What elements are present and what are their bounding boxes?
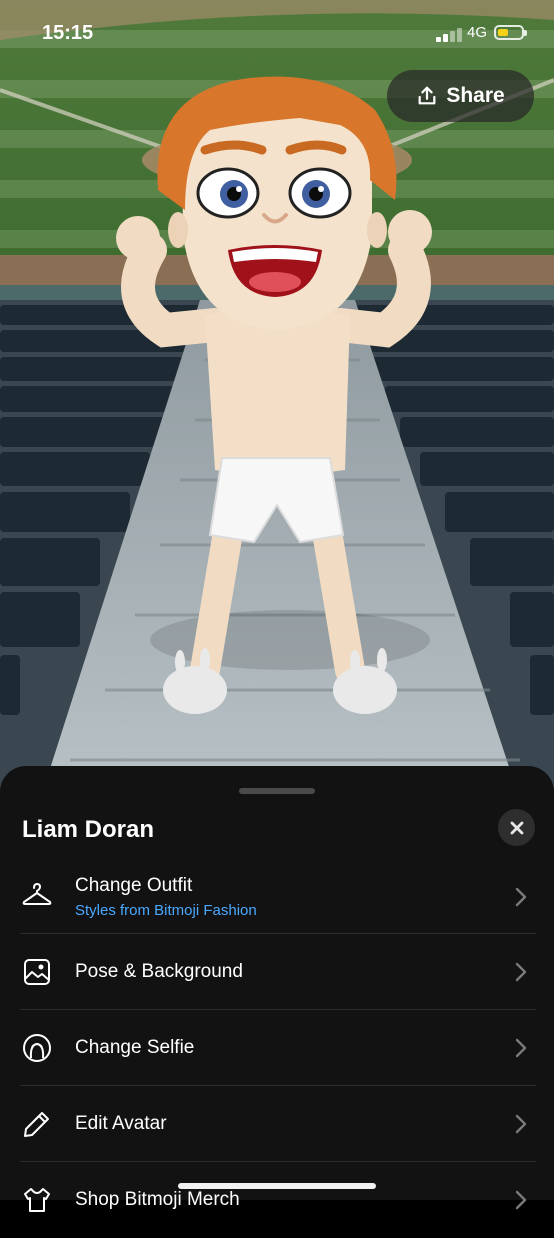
chevron-right-icon <box>514 1189 528 1211</box>
image-icon <box>21 956 53 988</box>
home-indicator[interactable] <box>178 1183 376 1189</box>
chevron-right-icon <box>514 961 528 983</box>
chevron-right-icon <box>514 1037 528 1059</box>
sheet-title: Liam Doran <box>22 816 155 843</box>
menu-item-label: Edit Avatar <box>75 1113 167 1134</box>
close-icon <box>510 821 523 834</box>
share-upload-icon <box>418 86 436 105</box>
battery-level <box>498 29 508 36</box>
status-time: 15:15 <box>42 22 94 44</box>
menu-item-sublabel: Styles from Bitmoji Fashion <box>75 902 257 919</box>
menu-item-pose-background[interactable]: Pose & Background <box>0 934 554 1010</box>
menu-item-label: Pose & Background <box>75 961 243 982</box>
menu-item-edit-avatar[interactable]: Edit Avatar <box>0 1086 554 1162</box>
status-bar: 15:15 4G <box>0 0 554 60</box>
menu-item-change-outfit[interactable]: Change Outfit Styles from Bitmoji Fashio… <box>0 860 554 934</box>
share-label: Share <box>446 84 505 107</box>
menu-item-label: Change Selfie <box>75 1037 195 1058</box>
menu-item-label: Shop Bitmoji Merch <box>75 1189 240 1210</box>
hanger-icon <box>21 879 53 911</box>
sheet-drag-handle[interactable] <box>239 788 315 794</box>
chevron-right-icon <box>514 1113 528 1135</box>
chevron-right-icon <box>514 886 528 908</box>
selfie-icon <box>21 1032 53 1064</box>
share-button[interactable]: Share <box>387 70 534 122</box>
network-type: 4G <box>467 24 488 41</box>
close-button[interactable] <box>498 809 535 846</box>
pencil-icon <box>21 1108 53 1140</box>
options-menu: Change Outfit Styles from Bitmoji Fashio… <box>0 860 554 1238</box>
cellular-signal-icon <box>436 26 466 42</box>
menu-item-change-selfie[interactable]: Change Selfie <box>0 1010 554 1086</box>
battery-icon <box>494 25 527 40</box>
menu-item-label: Change Outfit <box>75 875 193 896</box>
avatar-options-sheet: Liam Doran Change Outfit Styles from Bit… <box>0 766 554 1212</box>
merch-icon <box>21 1184 53 1216</box>
menu-item-shop-merch[interactable]: Shop Bitmoji Merch <box>0 1162 554 1238</box>
